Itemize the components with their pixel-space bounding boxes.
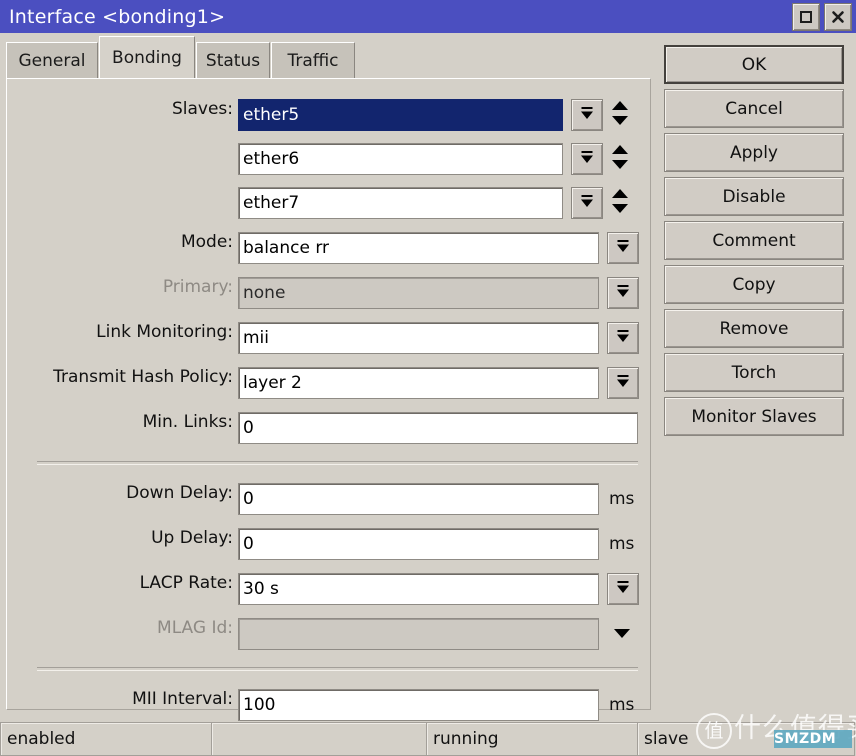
status-cell-enabled: enabled xyxy=(0,722,212,756)
status-cell-empty xyxy=(211,722,427,756)
maximize-icon xyxy=(799,10,813,24)
slaves-spinner-0[interactable] xyxy=(607,99,633,131)
dropdown-arrow-icon xyxy=(615,238,631,258)
slaves-input-2[interactable]: ether7 xyxy=(238,187,563,219)
torch-button[interactable]: Torch xyxy=(664,353,844,392)
monitor-slaves-button[interactable]: Monitor Slaves xyxy=(664,397,844,436)
transmit-hash-policy-input[interactable]: layer 2 xyxy=(238,367,599,399)
ok-button-label: OK xyxy=(741,54,767,75)
monitor-slaves-button-label: Monitor Slaves xyxy=(691,406,817,427)
sort-up-down-icon xyxy=(609,143,631,175)
bonding-settings-panel: Slaves: ether5 ether6 ether7 Mode: balan… xyxy=(6,78,651,721)
slaves-spinner-2[interactable] xyxy=(607,187,633,219)
title-bar-buttons xyxy=(792,3,852,31)
slaves-dropdown-button-1[interactable] xyxy=(571,143,603,175)
primary-dropdown-button[interactable] xyxy=(607,277,639,309)
transmit-hash-policy-dropdown-button[interactable] xyxy=(607,367,639,399)
mode-input[interactable]: balance rr xyxy=(238,232,599,264)
tab-status[interactable]: Status xyxy=(196,42,270,78)
status-bar: enabled running slave xyxy=(0,722,856,756)
slaves-dropdown-button-0[interactable] xyxy=(571,99,603,131)
primary-label: Primary: xyxy=(162,277,233,297)
dropdown-arrow-icon xyxy=(615,283,631,303)
mode-label: Mode: xyxy=(180,232,233,252)
link-monitoring-dropdown-button[interactable] xyxy=(607,322,639,354)
interface-bonding-dialog: Interface <bonding1> General Bonding Sta… xyxy=(0,0,856,756)
dropdown-arrow-icon xyxy=(615,328,631,348)
dropdown-arrow-icon xyxy=(579,105,595,125)
up-delay-label: Up Delay: xyxy=(151,528,233,548)
primary-input[interactable]: none xyxy=(238,277,599,309)
sort-up-down-icon xyxy=(609,187,631,219)
sort-up-down-icon xyxy=(609,99,631,131)
down-delay-input[interactable]: 0 xyxy=(238,483,599,515)
lacp-rate-dropdown-button[interactable] xyxy=(607,573,639,605)
apply-button-label: Apply xyxy=(730,142,778,163)
maximize-button[interactable] xyxy=(792,3,820,31)
copy-button-label: Copy xyxy=(732,274,776,295)
tab-status-label: Status xyxy=(205,50,261,71)
min-links-label: Min. Links: xyxy=(142,412,233,432)
mii-interval-label: MII Interval: xyxy=(132,689,233,709)
slaves-input-0[interactable]: ether5 xyxy=(238,99,563,131)
remove-button-label: Remove xyxy=(719,318,789,339)
mlag-id-input[interactable] xyxy=(238,618,599,650)
tab-bonding-label: Bonding xyxy=(112,47,182,68)
lacp-rate-input[interactable]: 30 s xyxy=(238,573,599,605)
disable-button-label: Disable xyxy=(722,186,786,207)
slaves-spinner-1[interactable] xyxy=(607,143,633,175)
mii-interval-input[interactable]: 100 xyxy=(238,689,599,721)
tab-bonding[interactable]: Bonding xyxy=(99,36,195,78)
torch-button-label: Torch xyxy=(731,362,777,383)
close-button[interactable] xyxy=(824,3,852,31)
separator-1 xyxy=(37,461,638,465)
dropdown-arrow-icon xyxy=(579,193,595,213)
dropdown-arrow-icon xyxy=(579,149,595,169)
title-bar: Interface <bonding1> xyxy=(0,0,856,33)
mlag-id-dropdown-button[interactable] xyxy=(607,618,637,650)
down-delay-unit: ms xyxy=(609,489,635,509)
slaves-dropdown-button-2[interactable] xyxy=(571,187,603,219)
cancel-button-label: Cancel xyxy=(725,98,783,119)
slaves-label: Slaves: xyxy=(171,99,233,119)
status-cell-running: running xyxy=(426,722,638,756)
dropdown-arrow-icon xyxy=(615,373,631,393)
tab-general-label: General xyxy=(18,50,86,71)
transmit-hash-policy-label: Transmit Hash Policy: xyxy=(53,367,233,387)
disable-button[interactable]: Disable xyxy=(664,177,844,216)
tab-traffic-label: Traffic xyxy=(287,50,339,71)
dropdown-arrow-icon xyxy=(615,579,631,599)
tab-general[interactable]: General xyxy=(6,42,98,78)
status-cell-slave: slave xyxy=(637,722,855,756)
link-monitoring-label: Link Monitoring: xyxy=(96,322,233,342)
mode-dropdown-button[interactable] xyxy=(607,232,639,264)
tab-traffic[interactable]: Traffic xyxy=(271,42,355,78)
mii-interval-unit: ms xyxy=(609,695,635,715)
remove-button[interactable]: Remove xyxy=(664,309,844,348)
separator-2 xyxy=(37,667,638,671)
comment-button-label: Comment xyxy=(712,230,796,251)
window-title: Interface <bonding1> xyxy=(9,5,226,28)
action-button-column: OK Cancel Apply Disable Comment Copy Rem… xyxy=(664,45,844,441)
close-icon xyxy=(831,10,845,24)
mlag-id-label: MLAG Id: xyxy=(157,618,233,638)
link-monitoring-input[interactable]: mii xyxy=(238,322,599,354)
up-delay-input[interactable]: 0 xyxy=(238,528,599,560)
min-links-input[interactable]: 0 xyxy=(238,412,638,444)
apply-button[interactable]: Apply xyxy=(664,133,844,172)
comment-button[interactable]: Comment xyxy=(664,221,844,260)
up-delay-unit: ms xyxy=(609,534,635,554)
cancel-button[interactable]: Cancel xyxy=(664,89,844,128)
ok-button[interactable]: OK xyxy=(664,45,844,84)
chevron-down-icon xyxy=(613,625,631,643)
lacp-rate-label: LACP Rate: xyxy=(139,573,233,593)
copy-button[interactable]: Copy xyxy=(664,265,844,304)
down-delay-label: Down Delay: xyxy=(126,483,233,503)
slaves-input-1[interactable]: ether6 xyxy=(238,143,563,175)
